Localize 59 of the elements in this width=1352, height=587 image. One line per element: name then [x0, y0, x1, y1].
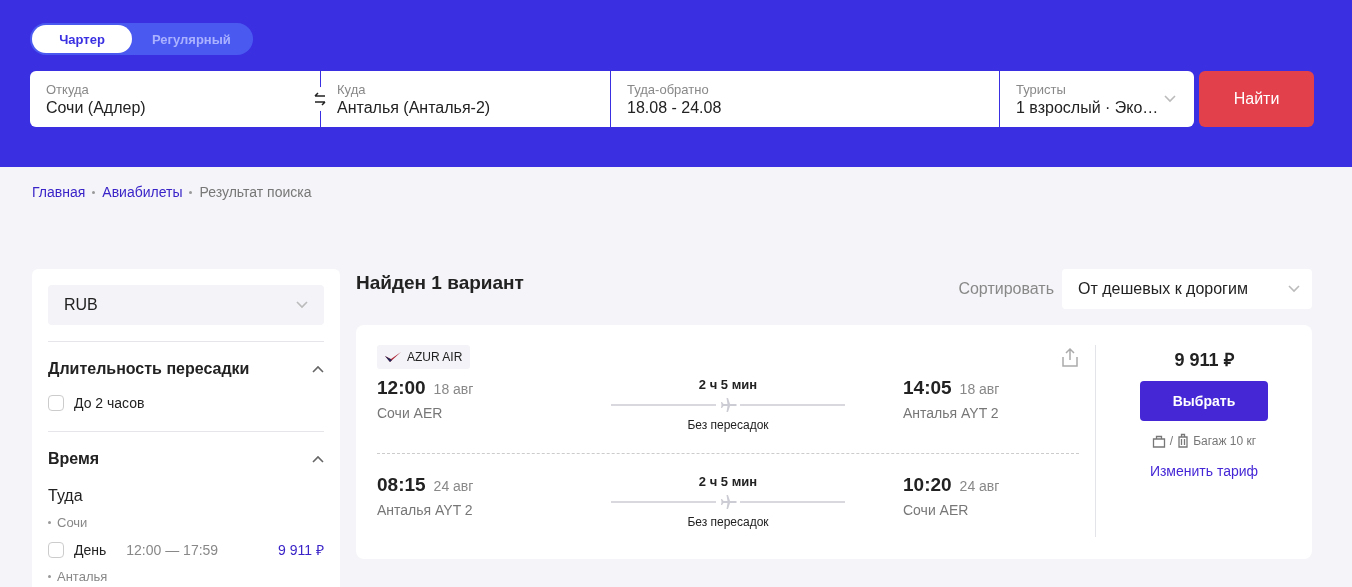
arrival-airport: Анталья AYT 2 [903, 405, 1000, 421]
baggage-separator: / [1169, 434, 1174, 448]
option-price: 9 911 ₽ [278, 541, 324, 559]
arrival-time: 14:05 [903, 377, 952, 398]
chevron-down-icon [1164, 95, 1176, 103]
arrival-date: 18 авг [959, 381, 1000, 397]
breadcrumb-link[interactable]: Авиабилеты [102, 184, 183, 200]
departure-time: 12:00 [377, 377, 426, 398]
chevron-down-icon [1288, 285, 1300, 293]
airline-logo-icon [385, 352, 401, 362]
arrival-date: 24 авг [959, 478, 1000, 494]
bag-icon [1151, 434, 1166, 448]
change-tariff-link[interactable]: Изменить тариф [1149, 463, 1259, 479]
tab[interactable]: Чартер [32, 25, 132, 53]
section-title: Длительность пересадки [48, 360, 250, 378]
sort-dropdown[interactable]: От дешевых к дорогим [1062, 269, 1312, 309]
subsection-title: Туда [48, 487, 84, 505]
stops-label: Без пересадок [687, 418, 769, 432]
input-field[interactable]: Туда-обратно 18.08 - 24.08 [610, 71, 999, 127]
results-heading: Найден 1 вариант [356, 271, 524, 294]
input-field[interactable]: Откуда Сочи (Адлер) [30, 71, 320, 127]
search-button[interactable]: Найти [1199, 71, 1314, 127]
stops-label: Без пересадок [687, 515, 769, 529]
option-label: День [74, 541, 107, 558]
arrival-airport: Сочи AER [903, 502, 970, 518]
departure-date: 18 авг [433, 381, 474, 397]
field-label: Откуда [46, 81, 90, 97]
sort-label: Сортировать [958, 280, 1054, 298]
arrival-time: 10:20 [903, 474, 952, 495]
breadcrumb-link[interactable]: Главная [32, 184, 86, 200]
field-value: 18.08 - 24.08 [627, 98, 723, 117]
section-title: Время [48, 450, 100, 468]
field-label: Туда-обратно [627, 81, 710, 97]
flight-duration: 2 ч 5 мин [698, 377, 758, 392]
suitcase-icon [1177, 433, 1190, 449]
departure-date: 24 авг [433, 478, 474, 494]
departure-airport: Сочи AER [377, 405, 444, 421]
checkbox[interactable] [48, 395, 64, 411]
baggage-label: Багаж 10 кг [1193, 434, 1257, 448]
departure-airport: Анталья AYT 2 [377, 502, 474, 518]
flight-duration: 2 ч 5 мин [698, 474, 758, 489]
dropdown-field[interactable]: Туристы 1 взрослый · Эко… [999, 71, 1194, 127]
currency-dropdown[interactable]: RUB [48, 285, 324, 325]
field-value: Анталья (Анталья-2) [337, 98, 492, 117]
field-label: Туристы [1016, 81, 1067, 97]
airline-badge: AZUR AIR [377, 345, 471, 369]
departure-time: 08:15 [377, 474, 426, 495]
price: 9 911 ₽ [1174, 349, 1234, 371]
field-label: Куда [337, 81, 367, 97]
time-range: 12:00 — 17:59 [126, 541, 220, 558]
city-label: Сочи [57, 515, 88, 530]
select-button[interactable]: Выбрать [1140, 381, 1268, 421]
option-label: До 2 часов [74, 395, 145, 411]
field-value: Сочи (Адлер) [46, 98, 147, 117]
breadcrumb-current: Результат поиска [199, 184, 312, 200]
field-value: 1 взрослый · Эко… [1016, 98, 1160, 117]
chevron-down-icon [296, 301, 308, 309]
checkbox[interactable] [48, 541, 64, 558]
city-label: Анталья [57, 569, 108, 584]
